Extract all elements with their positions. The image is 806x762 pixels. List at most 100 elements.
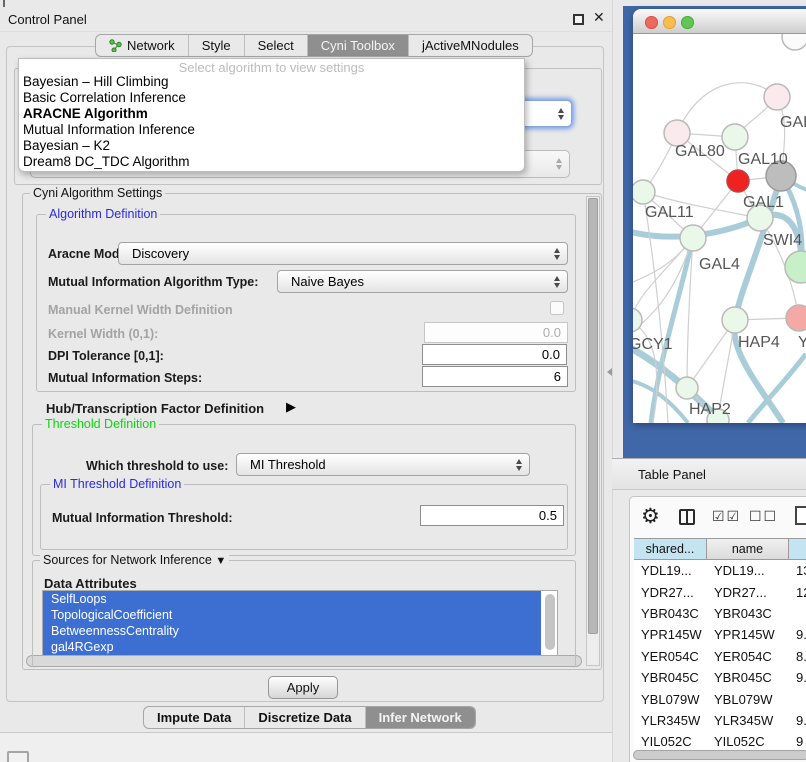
table-row[interactable]: YBL079W YBL079W [634, 688, 806, 709]
deselect-all-checkboxes-icon[interactable]: ☐☐ [749, 508, 778, 525]
table-row[interactable]: YLR345W YLR345W 9. [634, 710, 806, 731]
data-attributes-list[interactable]: SelfLoops TopologicalCoefficient Between… [42, 590, 558, 656]
table-row[interactable]: YDL19... YDL19... 13 [634, 560, 806, 581]
node-label: Y [798, 334, 806, 351]
tab-impute-data[interactable]: Impute Data [144, 707, 244, 728]
table-row[interactable]: YER054C YER054C 8. [634, 646, 806, 667]
cell[interactable]: 8. [789, 649, 806, 664]
table-horizontal-scrollbar[interactable] [633, 750, 806, 760]
cell[interactable]: YBL079W [707, 692, 789, 707]
cell[interactable]: YIL052C [707, 734, 789, 749]
cell[interactable]: YLR345W [634, 713, 707, 728]
tab-discretize-data-label: Discretize Data [258, 710, 351, 725]
cell[interactable]: 12 [789, 585, 806, 600]
network-node-selected[interactable] [727, 170, 749, 192]
dropdown-item-aracne[interactable]: ARACNE Algorithm [19, 106, 524, 122]
list-item-selfloops[interactable]: SelfLoops [43, 591, 541, 607]
table-row[interactable]: YBR043C YBR043C [634, 603, 806, 624]
cell[interactable]: 9 [789, 734, 806, 749]
cell[interactable]: YBR045C [634, 670, 707, 685]
dropdown-item-dream8[interactable]: Dream8 DC_TDC Algorithm [19, 154, 524, 170]
cell[interactable]: YDL19... [707, 563, 789, 578]
mi-type-combobox[interactable]: Naive Bayes [277, 270, 568, 293]
column-header-shared-name[interactable]: shared... [634, 539, 707, 559]
cell[interactable]: YBR043C [634, 606, 707, 621]
list-item-topological[interactable]: TopologicalCoefficient [43, 607, 541, 623]
cell[interactable]: 9. [789, 713, 806, 728]
table-row[interactable]: YBR045C YBR045C 9. [634, 667, 806, 688]
dropdown-item-bayesian-k2[interactable]: Bayesian – K2 [19, 138, 524, 154]
network-node[interactable] [782, 34, 806, 50]
network-node[interactable] [676, 377, 698, 399]
cell[interactable]: 9. [789, 670, 806, 685]
tab-discretize-data[interactable]: Discretize Data [244, 707, 364, 728]
table-row[interactable]: YDR27... YDR27... 12 [634, 581, 806, 602]
list-item-gal4rgexp[interactable]: gal4RGexp [43, 639, 541, 655]
float-window-icon[interactable] [573, 14, 584, 25]
cell[interactable]: YDR27... [707, 585, 789, 600]
zoom-traffic-light-icon[interactable] [681, 16, 694, 29]
dropdown-item-bayesian-hill-climbing[interactable]: Bayesian – Hill Climbing [19, 74, 524, 90]
network-node[interactable] [722, 307, 748, 333]
network-node[interactable] [633, 180, 655, 204]
close-icon[interactable]: ✕ [593, 9, 605, 26]
cell[interactable]: YIL052C [634, 734, 707, 749]
tab-impute-data-label: Impute Data [157, 710, 231, 725]
tab-cyni-toolbox[interactable]: Cyni Toolbox [307, 35, 408, 56]
select-all-checkboxes-icon[interactable]: ☑☑ [712, 508, 741, 525]
list-item-betweenness[interactable]: BetweennessCentrality [43, 623, 541, 639]
cell[interactable]: 9. [789, 627, 806, 642]
manual-kernel-checkbox[interactable] [550, 301, 564, 315]
network-node[interactable] [680, 225, 706, 251]
tab-jactivemnodules[interactable]: jActiveMNodules [408, 35, 532, 56]
cell[interactable]: YPR145W [634, 627, 707, 642]
tab-select[interactable]: Select [244, 35, 307, 56]
network-canvas[interactable]: GAL GAL80 GAL10 GAL1 GAL11 SWI4 GAL4 GCY… [633, 34, 806, 423]
new-table-icon[interactable] [795, 506, 806, 525]
kernel-width-field[interactable]: 0.0 [424, 322, 568, 343]
cell[interactable]: YBR043C [707, 606, 789, 621]
tab-network[interactable]: Network [96, 35, 188, 56]
expand-right-icon[interactable]: ▶ [286, 399, 296, 415]
cell[interactable]: 13 [789, 563, 806, 578]
cell[interactable]: YDR27... [634, 585, 707, 600]
list-scrollbar-thumb[interactable] [545, 594, 555, 650]
network-node[interactable] [722, 124, 748, 150]
cell[interactable]: YBL079W [634, 692, 707, 707]
network-view-window[interactable]: GAL GAL80 GAL10 GAL1 GAL11 SWI4 GAL4 GCY… [633, 9, 806, 423]
dpi-tolerance-field[interactable]: 0.0 [422, 344, 567, 365]
minimized-panel-icon[interactable] [7, 751, 29, 762]
which-threshold-combobox[interactable]: MI Threshold [236, 453, 530, 476]
table-row[interactable]: YIL052C YIL052C 9 [634, 731, 806, 749]
gear-icon[interactable]: ⚙ [641, 504, 660, 529]
mit-field[interactable]: 0.5 [420, 505, 564, 526]
settings-vertical-scrollbar[interactable] [586, 196, 600, 666]
minimize-traffic-light-icon[interactable] [663, 16, 676, 29]
network-node[interactable] [764, 84, 790, 110]
dropdown-item-mutual-information[interactable]: Mutual Information Inference [19, 122, 524, 138]
cell[interactable]: YPR145W [707, 627, 789, 642]
mi-steps-field[interactable]: 6 [422, 366, 568, 387]
column-header-clipped[interactable] [789, 539, 806, 559]
collapse-down-icon[interactable]: ▼ [215, 555, 226, 567]
cell[interactable]: YBR045C [707, 670, 789, 685]
network-node[interactable] [785, 251, 806, 283]
cell[interactable]: YER054C [634, 649, 707, 664]
dropdown-item-basic-correlation[interactable]: Basic Correlation Inference [19, 90, 524, 106]
tab-infer-network[interactable]: Infer Network [365, 707, 475, 728]
tab-style[interactable]: Style [188, 35, 244, 56]
network-icon [109, 39, 122, 52]
column-selector-icon[interactable] [679, 509, 695, 525]
column-header-name[interactable]: name [707, 539, 789, 559]
network-window-titlebar[interactable] [633, 9, 806, 34]
node-label: GAL4 [699, 256, 740, 273]
network-node[interactable] [786, 305, 806, 331]
scrollbar-thumb[interactable] [588, 198, 598, 634]
apply-button[interactable]: Apply [268, 676, 338, 699]
table-row[interactable]: YPR145W YPR145W 9. [634, 624, 806, 645]
aracne-mode-combobox[interactable]: Discovery [118, 242, 568, 265]
cell[interactable]: YLR345W [707, 713, 789, 728]
cell[interactable]: YER054C [707, 649, 789, 664]
close-traffic-light-icon[interactable] [645, 16, 658, 29]
cell[interactable]: YDL19... [634, 563, 707, 578]
